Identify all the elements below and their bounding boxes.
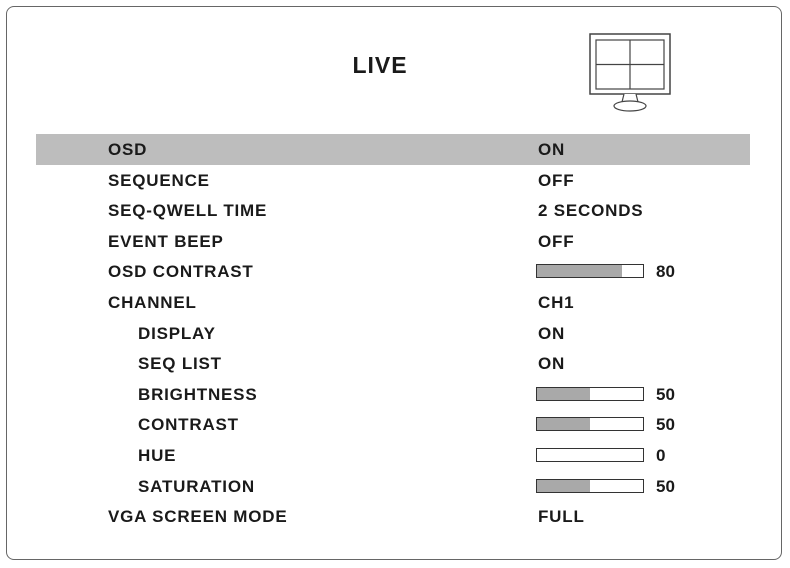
menu-value[interactable]: OFF bbox=[538, 165, 574, 196]
menu-row-vga-screen-mode[interactable]: VGA SCREEN MODE FULL bbox=[36, 501, 750, 532]
menu-row-saturation[interactable]: SATURATION 50 bbox=[36, 471, 750, 502]
menu-row-brightness[interactable]: BRIGHTNESS 50 bbox=[36, 379, 750, 410]
menu-label: SATURATION bbox=[138, 476, 255, 496]
menu-row-contrast[interactable]: CONTRAST 50 bbox=[36, 409, 750, 440]
menu-label: CHANNEL bbox=[108, 293, 197, 312]
level-value: 50 bbox=[656, 415, 675, 435]
menu-value[interactable]: ON bbox=[538, 134, 565, 165]
level-fill bbox=[537, 265, 622, 278]
menu-row-event-beep[interactable]: EVENT BEEP OFF bbox=[36, 226, 750, 257]
menu-row-hue[interactable]: HUE 0 bbox=[36, 440, 750, 471]
menu-value[interactable]: OFF bbox=[538, 226, 574, 257]
level-value: 50 bbox=[656, 384, 675, 404]
level-slider[interactable] bbox=[536, 448, 644, 462]
level-value: 50 bbox=[656, 476, 675, 496]
menu-label: HUE bbox=[138, 446, 177, 465]
menu-label: BRIGHTNESS bbox=[138, 384, 258, 404]
menu-row-osd-contrast[interactable]: OSD CONTRAST 80 bbox=[36, 256, 750, 287]
menu-label: CONTRAST bbox=[138, 415, 239, 435]
menu-label: OSD bbox=[108, 140, 148, 159]
level-slider[interactable] bbox=[536, 417, 644, 432]
menu-row-display[interactable]: DISPLAY ON bbox=[36, 318, 750, 349]
level-slider[interactable] bbox=[536, 386, 644, 401]
level-fill bbox=[537, 479, 590, 492]
level-value: 0 bbox=[656, 446, 666, 465]
level-slider[interactable] bbox=[536, 478, 644, 493]
menu-label: VGA SCREEN MODE bbox=[108, 507, 288, 527]
menu-value[interactable]: FULL bbox=[538, 501, 585, 532]
menu-row-seq-qwell-time[interactable]: SEQ-QWELL TIME 2 SECONDS bbox=[36, 195, 750, 226]
menu-label: DISPLAY bbox=[138, 323, 216, 343]
menu-row-sequence[interactable]: SEQUENCE OFF bbox=[36, 165, 750, 196]
menu-row-seq-list[interactable]: SEQ LIST ON bbox=[36, 348, 750, 379]
menu-row-channel[interactable]: CHANNEL CH1 bbox=[36, 287, 750, 318]
menu-value[interactable]: ON bbox=[538, 318, 565, 349]
menu-row-osd[interactable]: OSD ON bbox=[36, 134, 750, 165]
quad-split-monitor-icon bbox=[589, 33, 671, 112]
menu-label: SEQ LIST bbox=[138, 354, 222, 374]
level-slider[interactable] bbox=[536, 264, 644, 279]
menu-value[interactable]: 2 SECONDS bbox=[538, 195, 643, 226]
level-fill bbox=[537, 387, 590, 400]
menu-label: EVENT BEEP bbox=[108, 231, 224, 251]
level-fill bbox=[537, 418, 590, 431]
menu-label: SEQUENCE bbox=[108, 170, 210, 190]
level-value: 80 bbox=[656, 262, 675, 282]
menu-value[interactable]: CH1 bbox=[538, 287, 574, 318]
menu-label: OSD CONTRAST bbox=[108, 262, 254, 282]
menu-label: SEQ-QWELL TIME bbox=[108, 201, 268, 221]
menu-value[interactable]: ON bbox=[538, 348, 565, 379]
